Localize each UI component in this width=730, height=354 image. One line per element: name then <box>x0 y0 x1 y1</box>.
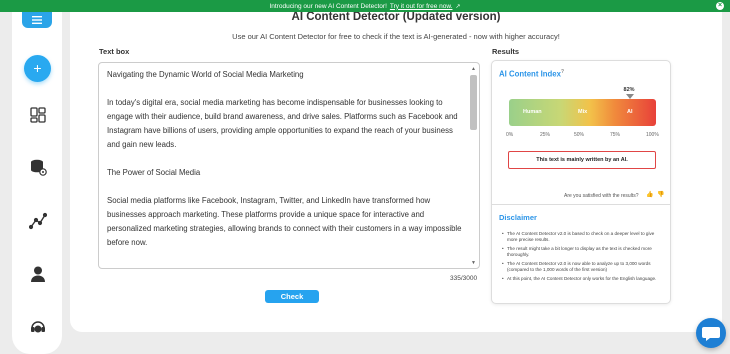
ai-score-gauge: Human Mix AI <box>509 99 656 126</box>
text-paragraph: The Power of Social Media <box>107 168 201 177</box>
page-title: AI Content Detector (Updated version) <box>291 11 501 23</box>
thumbs-down-icon[interactable]: 👎 <box>657 191 664 198</box>
disclaimer-item: The result might take a bit longer to di… <box>502 246 664 258</box>
disclaimer-item: The AI Content Detector v2.0 is now able… <box>502 261 664 273</box>
disclaimer-item: The AI Content Detector v2.0 is based to… <box>502 231 664 243</box>
text-paragraph: Social media platforms like Facebook, In… <box>107 196 462 247</box>
disclaimer-item: At this point, the AI Content Detector o… <box>502 276 664 282</box>
ai-content-index-label: AI Content Index <box>499 69 561 79</box>
gauge-label-ai: AI <box>627 109 633 115</box>
disclaimer-title: Disclaimer <box>499 213 537 222</box>
analytics-chart-icon[interactable] <box>28 212 48 230</box>
results-panel: AI Content Index? 82% Human Mix AI 0% 25… <box>491 60 671 304</box>
user-icon[interactable] <box>29 265 47 283</box>
textbox-scrollbar[interactable]: ▲ ▼ <box>470 66 477 266</box>
gauge-label-human: Human <box>523 109 542 115</box>
text-input-area[interactable]: Navigating the Dynamic World of Social M… <box>98 62 480 269</box>
ai-content-index-title: AI Content Index? <box>499 69 564 79</box>
scroll-up-icon[interactable]: ▲ <box>471 66 476 72</box>
sidebar: + <box>12 6 62 354</box>
menu-icon[interactable] <box>22 12 52 28</box>
gauge-ticks: 0% 25% 50% 75% 100% <box>506 132 662 140</box>
tick-label: 75% <box>610 132 621 138</box>
database-settings-icon[interactable] <box>29 158 47 176</box>
verdict-box: This text is mainly written by an AI. <box>508 151 656 169</box>
tick-label: 50% <box>574 132 585 138</box>
results-divider <box>492 204 670 205</box>
add-icon[interactable]: + <box>24 55 51 82</box>
thumbs-up-icon[interactable]: 👍 <box>646 191 653 198</box>
score-percentage: 82% <box>623 87 635 93</box>
info-icon[interactable]: ? <box>561 69 564 75</box>
check-button[interactable]: Check <box>265 290 319 303</box>
disclaimer-list: The AI Content Detector v2.0 is based to… <box>502 231 664 285</box>
tick-label: 100% <box>646 132 659 138</box>
textbox-label: Text box <box>99 47 130 56</box>
text-paragraph: In today's digital era, social media mar… <box>107 98 458 149</box>
external-link-icon[interactable]: ↗ <box>456 3 461 10</box>
announcement-banner: Introducing our new AI Content Detector!… <box>0 0 730 12</box>
tick-label: 0% <box>506 132 514 138</box>
main-panel: AI Content Detector (Updated version) Us… <box>70 6 722 332</box>
banner-close-icon[interactable]: × <box>716 2 724 10</box>
satisfaction-question: Are you satisfied with the results? <box>564 193 639 199</box>
support-headset-icon[interactable] <box>29 318 47 336</box>
results-label: Results <box>492 47 520 56</box>
text-paragraph: Navigating the Dynamic World of Social M… <box>107 70 304 79</box>
dashboard-grid-icon[interactable] <box>29 106 47 124</box>
scrollbar-thumb[interactable] <box>470 75 477 130</box>
banner-text: Introducing our new AI Content Detector! <box>269 2 387 10</box>
chat-widget-icon[interactable] <box>696 318 726 348</box>
word-counter: 335/3000 <box>450 275 478 282</box>
banner-try-link[interactable]: Try it out for free now. <box>390 3 453 10</box>
tick-label: 25% <box>540 132 551 138</box>
page-subtitle: Use our AI Content Detector for free to … <box>232 32 560 41</box>
gauge-label-mix: Mix <box>578 109 588 115</box>
scroll-down-icon[interactable]: ▼ <box>471 260 476 266</box>
text-content[interactable]: Navigating the Dynamic World of Social M… <box>107 68 467 264</box>
